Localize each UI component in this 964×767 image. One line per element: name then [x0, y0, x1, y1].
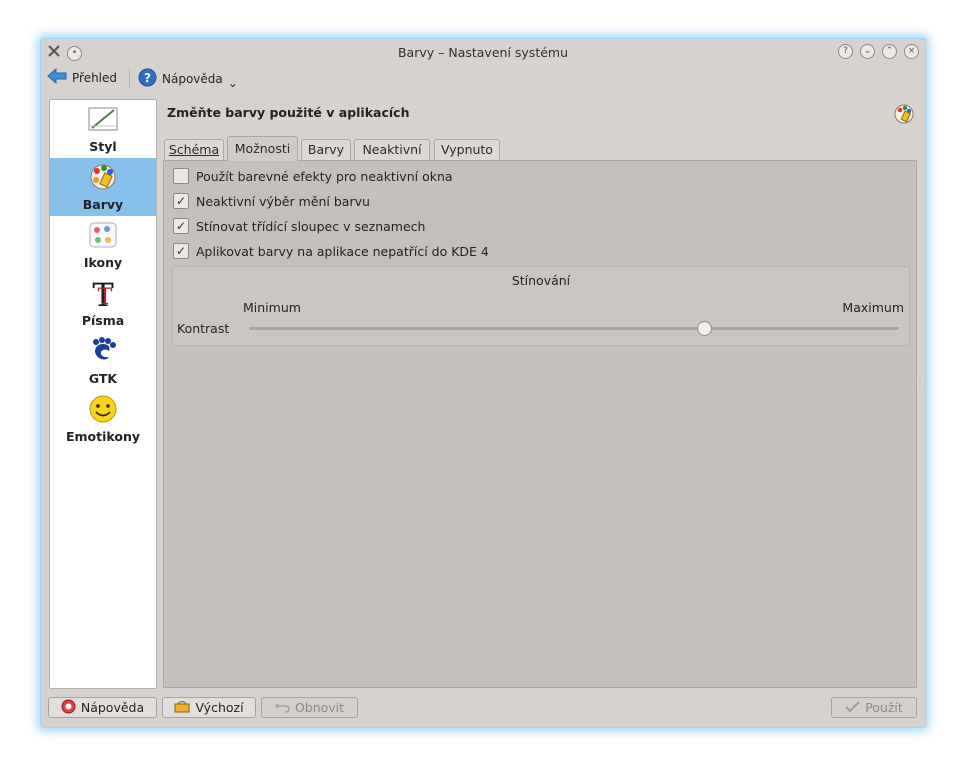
toolbar-separator [129, 69, 130, 89]
option-shade-sort-column[interactable]: ✓ Stínovat třídící sloupec v seznamech [173, 218, 425, 234]
window-title: Barvy – Nastavení systému [397, 45, 569, 60]
slider-handle[interactable] [697, 321, 712, 336]
sidebar-item-emoticons[interactable]: Emotikony [50, 390, 156, 448]
tab-options[interactable]: Možnosti [227, 136, 298, 161]
tab-disabled[interactable]: Vypnuto [434, 139, 500, 160]
option-inactive-effects[interactable]: Použít barevné efekty pro neaktivní okna [173, 168, 453, 184]
option-apply-non-kde[interactable]: ✓ Aplikovat barvy na aplikace nepatřící … [173, 243, 489, 259]
help-circle-icon: ? [138, 68, 157, 90]
checkbox-unchecked[interactable] [173, 168, 189, 184]
overview-button[interactable]: Přehled [47, 67, 117, 87]
defaults-icon [174, 699, 190, 717]
sidebar-item-colors[interactable]: Barvy [50, 158, 156, 216]
contrast-label: Kontrast [177, 321, 230, 336]
icons-icon [87, 220, 119, 250]
page-title: Změňte barvy použité v aplikacích [167, 105, 410, 120]
checkmark-icon [845, 700, 860, 716]
reset-button[interactable]: Obnovit [261, 697, 358, 718]
svg-text:?: ? [144, 71, 151, 85]
title-bar[interactable]: • Barvy – Nastavení systému ? ⌄ ⌃ × [41, 39, 925, 65]
checkmark-icon[interactable]: ✓ [173, 193, 189, 209]
resize-grip[interactable]: ⋮ [916, 379, 924, 388]
shading-group: Stínování Minimum Maximum Kontrast [172, 266, 910, 346]
sidebar-item-style[interactable]: Styl [50, 100, 156, 158]
chevron-down-icon: ⌄ [227, 76, 238, 90]
contrast-slider[interactable] [249, 321, 899, 336]
style-icon [87, 104, 119, 134]
sidebar-item-gtk[interactable]: GTK [50, 332, 156, 390]
colors-icon [87, 162, 119, 192]
tab-scheme[interactable]: Schéma [164, 139, 224, 160]
defaults-button[interactable]: Výchozí [162, 697, 256, 718]
svg-text:T: T [98, 285, 113, 308]
tab-inactive[interactable]: Neaktivní [354, 139, 430, 160]
checkmark-icon[interactable]: ✓ [173, 218, 189, 234]
option-inactive-selection[interactable]: ✓ Neaktivní výběr mění barvu [173, 193, 370, 209]
fonts-icon: TT [87, 276, 119, 314]
help-menu-button[interactable]: ? Nápověda ⌄ [138, 68, 238, 90]
shading-title: Stínování [511, 273, 571, 288]
toolbar: Přehled ? Nápověda ⌄ [41, 66, 925, 92]
undo-icon [274, 700, 290, 716]
close-icon[interactable]: × [904, 44, 919, 59]
apply-button[interactable]: Použít [831, 697, 917, 718]
help-button[interactable]: Nápověda [48, 697, 157, 718]
sidebar-item-fonts[interactable]: TT Písma [50, 274, 156, 332]
tab-colors[interactable]: Barvy [301, 139, 351, 160]
colors-module-icon [893, 103, 915, 129]
system-settings-window: • Barvy – Nastavení systému ? ⌄ ⌃ × Přeh… [40, 38, 926, 728]
back-arrow-icon [47, 67, 67, 87]
help-icon[interactable]: ? [838, 44, 853, 59]
slider-max-label: Maximum [842, 300, 904, 315]
minimize-icon[interactable]: ⌄ [860, 44, 875, 59]
sidebar-item-icons[interactable]: Ikony [50, 216, 156, 274]
category-sidebar: Styl Barvy Ikony TT Písma GTK Emotikony [49, 99, 157, 689]
slider-min-label: Minimum [243, 300, 301, 315]
gtk-icon [87, 336, 119, 366]
emoticons-icon [87, 394, 119, 424]
checkmark-icon[interactable]: ✓ [173, 243, 189, 259]
options-panel: Použít barevné efekty pro neaktivní okna… [163, 160, 917, 688]
help-book-icon [61, 699, 76, 717]
maximize-icon[interactable]: ⌃ [882, 44, 897, 59]
